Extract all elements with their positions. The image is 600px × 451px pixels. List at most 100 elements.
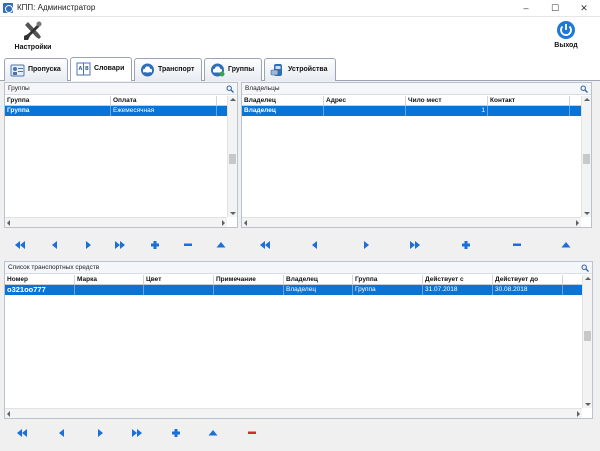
- cell-number: о321оо777: [5, 285, 75, 295]
- column-header-payment[interactable]: Оплата: [111, 96, 217, 105]
- dictionaries-tab-content: Группы Группа Оплата Группа Ежемесячная …: [0, 81, 600, 451]
- exit-button[interactable]: Выход: [548, 20, 584, 49]
- column-header-brand[interactable]: Марка: [75, 275, 144, 284]
- column-header-color[interactable]: Цвет: [144, 275, 214, 284]
- cell-seats: 1: [406, 106, 488, 116]
- window-title: КПП: Администратор: [17, 3, 96, 12]
- column-header-number[interactable]: Номер: [5, 275, 75, 284]
- groups-grid[interactable]: Группа Оплата Группа Ежемесячная: [5, 96, 227, 217]
- vehicles-horizontal-scrollbar[interactable]: [5, 408, 582, 418]
- add-icon[interactable]: [170, 427, 182, 439]
- tab-devices-label: Устройства: [288, 66, 328, 73]
- cell-address: [324, 106, 406, 116]
- owners-grid[interactable]: Владелец Адрес Чило мест Контакт Владеле…: [242, 96, 581, 217]
- title-bar: КПП: Администратор – ☐ ✕: [0, 0, 600, 17]
- vehicles-navigator: [4, 422, 304, 444]
- cell-owner: Владелец: [242, 106, 324, 116]
- groups-navigator: [4, 234, 238, 256]
- table-row[interactable]: Группа Ежемесячная: [5, 106, 227, 116]
- apply-icon[interactable]: [560, 239, 572, 251]
- owners-horizontal-scrollbar[interactable]: [242, 217, 581, 227]
- tools-icon: [24, 21, 42, 40]
- search-icon[interactable]: [226, 85, 234, 93]
- vehicles-panel-header: Список транспортных средств: [5, 262, 592, 274]
- apply-icon[interactable]: [215, 239, 227, 251]
- next-icon[interactable]: [94, 427, 106, 439]
- prev-icon[interactable]: [49, 239, 61, 251]
- cell-group: Группа: [5, 106, 111, 116]
- search-icon[interactable]: [581, 264, 589, 272]
- tab-groups-label: Группы: [228, 66, 255, 73]
- column-header-note[interactable]: Примечание: [214, 275, 284, 284]
- table-row[interactable]: о321оо777 Владелец Группа 31.07.2018 30.…: [5, 285, 582, 295]
- column-header-group[interactable]: Группа: [5, 96, 111, 105]
- groups-panel-header: Группы: [5, 83, 237, 95]
- first-icon[interactable]: [14, 239, 26, 251]
- owners-panel: Владельцы Владелец Адрес Чило мест Конта…: [241, 82, 592, 228]
- cell-owner: Владелец: [284, 285, 353, 295]
- tab-strip: Пропуска A B Словари Транспорт Группы Ус…: [0, 57, 600, 82]
- cell-valid-from: 31.07.2018: [423, 285, 493, 295]
- groups-horizontal-scrollbar[interactable]: [5, 217, 227, 227]
- settings-label: Настройки: [14, 44, 52, 51]
- tab-dictionaries[interactable]: A B Словари: [70, 57, 132, 82]
- card-reader-icon: [270, 64, 282, 76]
- column-header-owner[interactable]: Владелец: [242, 96, 324, 105]
- minimize-button[interactable]: –: [512, 1, 540, 15]
- add-icon[interactable]: [460, 239, 472, 251]
- prev-icon[interactable]: [309, 239, 321, 251]
- delete-icon[interactable]: [511, 239, 523, 251]
- owners-grid-header: Владелец Адрес Чило мест Контакт: [242, 96, 581, 106]
- tab-groups[interactable]: Группы: [204, 58, 262, 81]
- last-icon[interactable]: [131, 427, 143, 439]
- app-icon: [3, 3, 13, 13]
- first-icon[interactable]: [259, 239, 271, 251]
- vehicles-panel-title: Список транспортных средств: [8, 264, 100, 271]
- tab-passes[interactable]: Пропуска: [4, 58, 68, 81]
- column-header-address[interactable]: Адрес: [324, 96, 406, 105]
- vehicles-vertical-scrollbar[interactable]: [582, 275, 592, 408]
- cell-payment: Ежемесячная: [111, 106, 217, 116]
- tab-devices[interactable]: Устройства: [264, 58, 336, 81]
- apply-icon[interactable]: [207, 427, 219, 439]
- tab-passes-label: Пропуска: [28, 66, 61, 73]
- maximize-button[interactable]: ☐: [541, 1, 569, 15]
- delete-icon[interactable]: [246, 427, 258, 439]
- settings-button[interactable]: Настройки: [12, 20, 54, 51]
- first-icon[interactable]: [16, 427, 28, 439]
- delete-icon[interactable]: [182, 239, 194, 251]
- exit-label: Выход: [554, 42, 578, 49]
- search-icon[interactable]: [580, 85, 588, 93]
- next-icon[interactable]: [82, 239, 94, 251]
- groups-panel: Группы Группа Оплата Группа Ежемесячная: [4, 82, 238, 228]
- last-icon[interactable]: [114, 239, 126, 251]
- column-header-group[interactable]: Группа: [353, 275, 423, 284]
- add-icon[interactable]: [149, 239, 161, 251]
- power-icon: [557, 21, 575, 39]
- prev-icon[interactable]: [56, 427, 68, 439]
- toolbar: Настройки Выход: [0, 17, 600, 57]
- cell-contact: [488, 106, 570, 116]
- cell-note: [214, 285, 284, 295]
- column-header-valid-to[interactable]: Действует до: [493, 275, 563, 284]
- column-header-contact[interactable]: Контакт: [488, 96, 570, 105]
- last-icon[interactable]: [409, 239, 421, 251]
- dictionary-icon: A B: [76, 62, 91, 76]
- column-header-valid-from[interactable]: Действует с: [423, 275, 493, 284]
- owners-panel-title: Владельцы: [245, 85, 280, 92]
- close-button[interactable]: ✕: [570, 1, 598, 15]
- vehicles-grid[interactable]: Номер Марка Цвет Примечание Владелец Гру…: [5, 275, 582, 408]
- car-icon: [141, 63, 154, 77]
- tab-transport[interactable]: Транспорт: [134, 58, 202, 81]
- cell-color: [144, 285, 214, 295]
- table-row[interactable]: Владелец 1: [242, 106, 581, 116]
- vehicles-grid-header: Номер Марка Цвет Примечание Владелец Гру…: [5, 275, 582, 285]
- cell-valid-to: 30.08.2018: [493, 285, 563, 295]
- car-group-icon: [211, 63, 225, 77]
- column-header-seats[interactable]: Чило мест: [406, 96, 488, 105]
- column-header-owner[interactable]: Владелец: [284, 275, 353, 284]
- cell-group: Группа: [353, 285, 423, 295]
- owners-vertical-scrollbar[interactable]: [581, 96, 591, 217]
- groups-vertical-scrollbar[interactable]: [227, 96, 237, 217]
- next-icon[interactable]: [360, 239, 372, 251]
